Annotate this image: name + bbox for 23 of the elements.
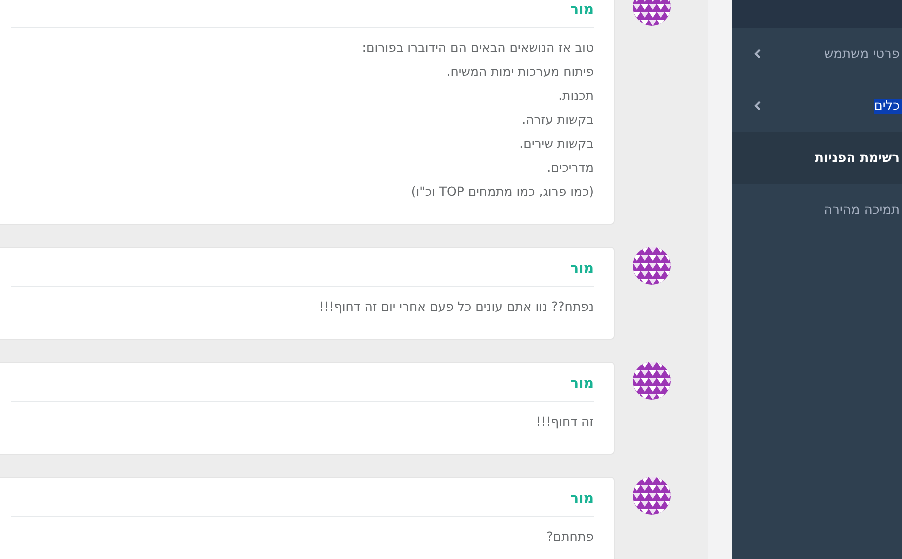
sidebar-item[interactable]: תמיכה מהירה [732,184,902,236]
message-text: מדריכים. [546,159,594,177]
sidebar-item[interactable]: כלים [732,80,902,132]
author-name: מור [11,490,594,517]
message-text: טוב אז הנושאים הבאים הם הידוברו בפורום: [361,39,594,57]
message-text: נפתח?? נוו אתם עונים כל פעם אחרי יום זה דחוף!!! [318,298,594,316]
author-name: מור [11,1,594,28]
message-text: זה דחוף!!! [535,413,594,431]
author-name: מור [11,260,594,287]
message-text: (כמו פרוג, כמו מתמחים TOP וכ"ו) [410,183,594,201]
avatar-icon [632,362,670,400]
chevron-icon [754,101,761,111]
sidebar-item[interactable]: רשימת הפניות [732,132,902,184]
message-text: תכנות. [558,87,594,105]
message-text: פתחתם? [546,528,594,546]
avatar-icon [632,247,670,285]
avatar-icon [632,477,670,515]
chevron-icon [754,49,761,59]
message-text: בקשות שירים. [518,135,594,153]
sidebar-item[interactable]: פרטי משתמש [732,28,902,80]
author-name: מור [11,375,594,402]
message-text: פיתוח מערכות ימות המשיח. [446,63,594,81]
message-text: בקשות עזרה. [521,111,594,129]
